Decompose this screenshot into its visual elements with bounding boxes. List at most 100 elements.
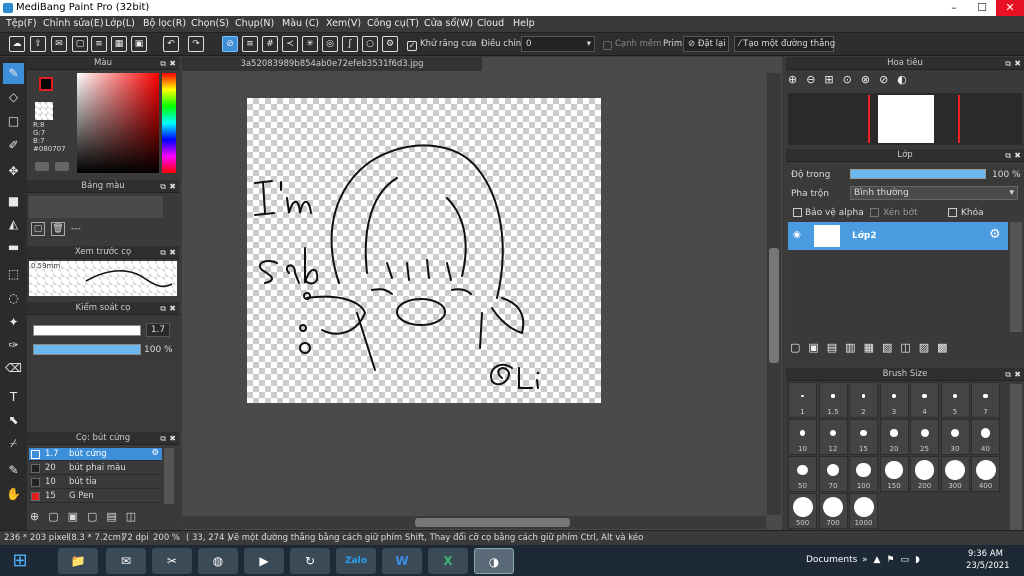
cloud-icon[interactable]: ☁ — [9, 36, 25, 52]
hand-tool-icon[interactable]: ✋ — [3, 484, 24, 505]
excel-icon[interactable]: X — [428, 548, 468, 574]
comment-icon[interactable]: ✉ — [51, 36, 67, 52]
transparent-color-swatch[interactable] — [35, 102, 53, 120]
select-rect-icon[interactable]: ⬚ — [3, 264, 24, 285]
gradient-tool-icon[interactable]: ▬ — [3, 237, 24, 258]
menu-select[interactable]: Chọn(S) — [191, 18, 229, 29]
brush-size-option[interactable]: 30 — [940, 419, 970, 455]
brush-size-slider[interactable] — [33, 325, 141, 336]
brush-size-option[interactable]: 12 — [818, 419, 848, 455]
color-add-icon[interactable] — [35, 162, 49, 171]
brush-size-option[interactable]: 150 — [879, 456, 909, 492]
select-pen-icon[interactable]: ✑ — [3, 335, 24, 356]
trash-icon[interactable]: 🗑 — [51, 222, 65, 236]
brush-size-option[interactable]: 500 — [788, 493, 817, 529]
menu-tools[interactable]: Công cụ(T) — [367, 18, 419, 29]
close-panel-icon[interactable]: ✖ — [1014, 368, 1021, 381]
magic-wand-icon[interactable]: ✦ — [3, 312, 24, 333]
brush-tool-icon[interactable]: ✎ — [3, 63, 24, 84]
rect-fill-icon[interactable]: ■ — [3, 191, 24, 212]
close-button[interactable]: ✕ — [996, 0, 1024, 16]
new-palette-icon[interactable]: ▢ — [31, 222, 45, 236]
saturation-value-picker[interactable] — [77, 73, 159, 173]
list-item[interactable]: 15 G Pen — [29, 490, 162, 503]
soft-edge-checkbox[interactable] — [603, 41, 612, 50]
close-panel-icon[interactable]: ✖ — [169, 57, 176, 70]
word-icon[interactable]: W — [382, 548, 422, 574]
antialias-checkbox[interactable]: ✓ — [407, 41, 417, 51]
brush-size-option[interactable]: 20 — [879, 419, 909, 455]
vanish-snap-icon[interactable]: ≺ — [282, 36, 298, 52]
documents-toolbar[interactable]: Documents — [806, 555, 857, 565]
undock-icon[interactable]: ⧉ — [160, 180, 166, 193]
menu-cloud[interactable]: Cloud — [477, 18, 504, 29]
snap-settings-icon[interactable]: ⚙ — [382, 36, 398, 52]
protect-alpha-checkbox[interactable] — [793, 208, 802, 217]
medibang-icon[interactable]: ◑ — [474, 548, 514, 574]
brush-list-actions[interactable]: ⊕▢▣▢▤◫ — [30, 510, 170, 526]
brush-size-option[interactable]: 50 — [788, 456, 817, 492]
maximize-button[interactable]: ☐ — [968, 0, 996, 16]
vertical-scroll-thumb[interactable] — [769, 248, 779, 363]
undo-icon[interactable]: ↶ — [163, 36, 179, 52]
brush-size-option[interactable]: 300 — [940, 456, 970, 492]
curve-snap-icon[interactable]: ʃ — [342, 36, 358, 52]
dropper-alt-icon[interactable]: ✎ — [3, 460, 24, 481]
minimize-button[interactable]: – — [940, 0, 968, 16]
layer-actions[interactable]: ▢▣▤▥▦▧◫▨▩ — [790, 341, 1020, 359]
menu-capture[interactable]: Chụp(N) — [235, 18, 274, 29]
menu-file[interactable]: Tệp(F) — [6, 18, 37, 29]
list-item[interactable]: 10 bút tỉa — [29, 476, 162, 489]
text-tool-icon[interactable]: T — [3, 387, 24, 408]
pen-tool-icon[interactable]: ✐ — [3, 135, 24, 156]
close-panel-icon[interactable]: ✖ — [169, 180, 176, 193]
brush-size-option[interactable]: 1 — [788, 382, 817, 418]
brush-size-option[interactable]: 3 — [879, 382, 909, 418]
menu-help[interactable]: Help — [513, 18, 535, 29]
gear-icon[interactable]: ⚙ — [989, 227, 1001, 242]
line-app-icon[interactable]: ↻ — [290, 548, 330, 574]
menu-filter[interactable]: Bộ lọc(R) — [143, 18, 186, 29]
start-button[interactable]: ⊞ — [2, 548, 38, 574]
undock-icon[interactable]: ⧉ — [160, 302, 166, 315]
tray-icons[interactable]: »▲⚑▭◗ — [862, 555, 926, 565]
brush-size-option[interactable]: 40 — [971, 419, 1000, 455]
bucket-tool-icon[interactable]: ◭ — [3, 214, 24, 235]
brush-size-option[interactable]: 700 — [818, 493, 848, 529]
vertical-scrollbar[interactable] — [767, 73, 781, 515]
app-icon[interactable]: ✉ — [106, 548, 146, 574]
save-icon[interactable]: ▣ — [131, 36, 147, 52]
brush-size-option[interactable]: 100 — [849, 456, 878, 492]
explorer-icon[interactable]: 📁 — [58, 548, 98, 574]
menu-window[interactable]: Cửa sổ(W) — [424, 18, 473, 29]
clock-date[interactable]: 23/5/2021 — [966, 561, 1010, 571]
brush-size-option[interactable]: 200 — [910, 456, 939, 492]
brush-size-option[interactable]: 25 — [910, 419, 939, 455]
new-file-icon[interactable]: ▢ — [72, 36, 88, 52]
undock-icon[interactable]: ⧉ — [1005, 149, 1011, 162]
clock-time[interactable]: 9:36 AM — [968, 549, 1003, 559]
dot-tool-icon[interactable]: □ — [3, 111, 24, 132]
brush-opacity-slider[interactable] — [33, 344, 141, 355]
brush-size-value[interactable]: 1.7 — [146, 323, 170, 337]
document-tab[interactable]: 3a52083989b854ab0e72efeb3531f6d3.jpg — [182, 57, 482, 71]
reset-button[interactable]: ⊘ Đặt lại — [683, 36, 729, 52]
layer-row[interactable]: ◉ Lớp2 ⚙ — [788, 222, 1008, 250]
lasso-tool-icon[interactable]: ◌ — [3, 288, 24, 309]
undock-icon[interactable]: ⧉ — [160, 246, 166, 259]
undock-icon[interactable]: ⧉ — [1005, 368, 1011, 381]
brush-size-option[interactable]: 70 — [818, 456, 848, 492]
horizontal-scroll-thumb[interactable] — [415, 518, 570, 527]
brush-size-option[interactable]: 4 — [910, 382, 939, 418]
brush-size-option[interactable]: 7 — [971, 382, 1000, 418]
menu-layer[interactable]: Lớp(L) — [105, 18, 135, 29]
circle-snap-icon[interactable]: ◎ — [322, 36, 338, 52]
foreground-color-swatch[interactable] — [39, 77, 53, 91]
brush-size-option[interactable]: 400 — [971, 456, 1000, 492]
menu-color[interactable]: Màu (C) — [282, 18, 319, 29]
close-panel-icon[interactable]: ✖ — [1014, 57, 1021, 70]
operation-tool-icon[interactable]: ⬉ — [3, 410, 24, 431]
palette-swatch-area[interactable] — [29, 196, 163, 218]
zoom-icon[interactable]: ▶ — [244, 548, 284, 574]
grid-doc-icon[interactable]: ▦ — [111, 36, 127, 52]
